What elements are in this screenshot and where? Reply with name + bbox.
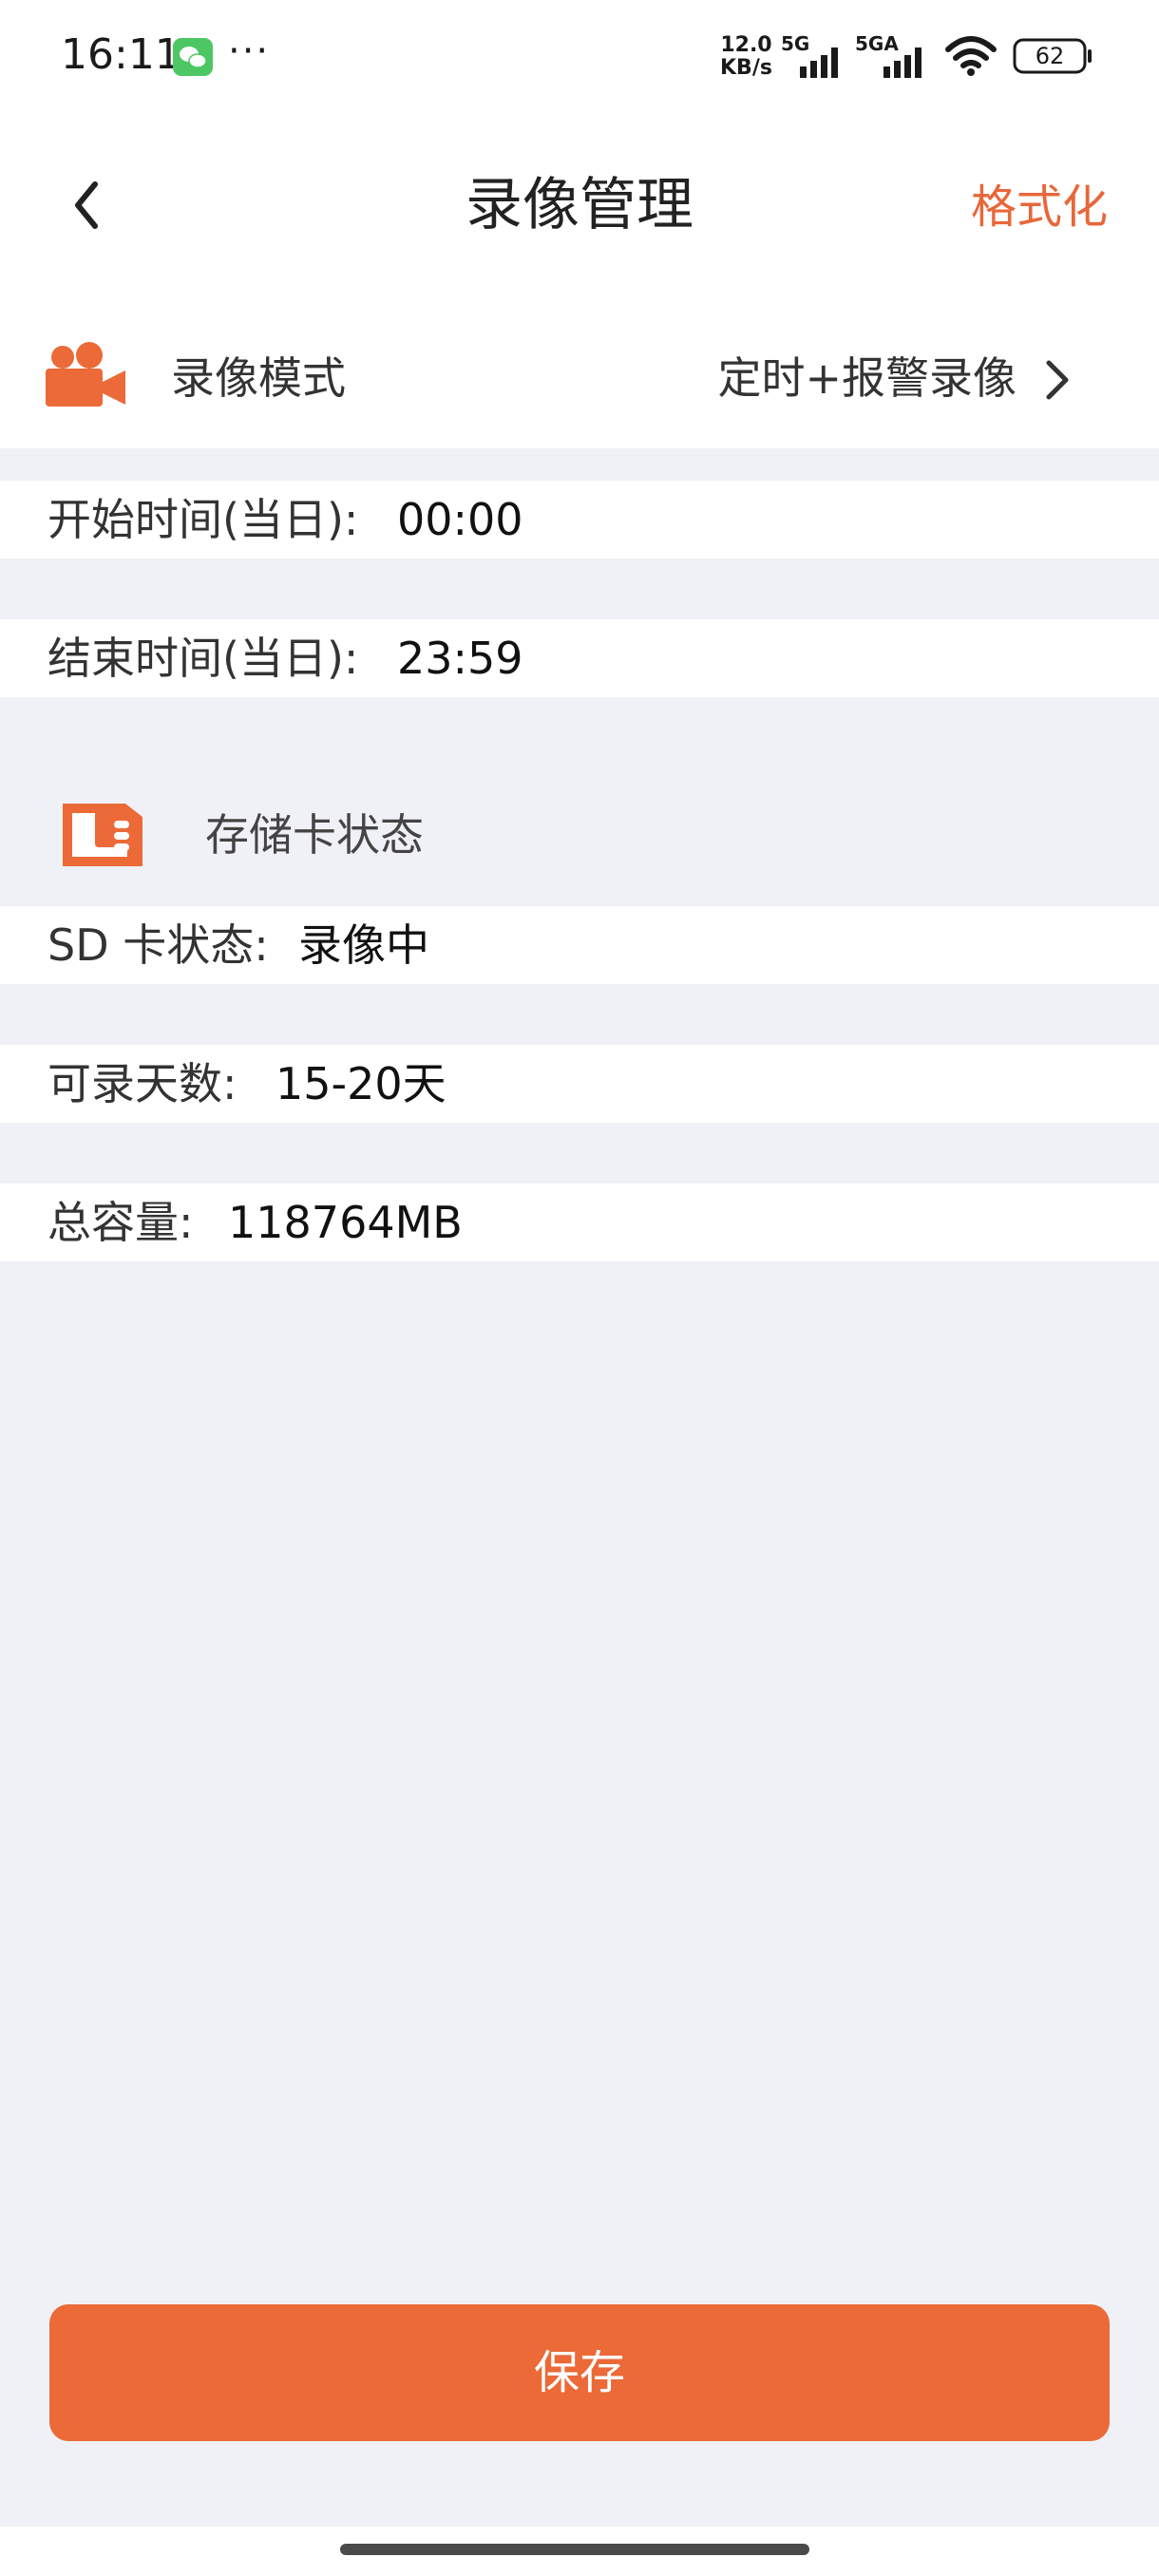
end-time-label: 结束时间(当日): bbox=[48, 633, 359, 684]
format-button[interactable]: 格式化 bbox=[971, 173, 1108, 241]
total-capacity-value: 118764MB bbox=[228, 1197, 463, 1248]
total-capacity-label: 总容量: bbox=[48, 1197, 194, 1248]
signal-2: 5GA bbox=[855, 32, 940, 78]
home-bar bbox=[0, 2527, 1159, 2576]
network-speed-value: 12.0 bbox=[720, 33, 772, 57]
battery-level: 62 bbox=[1035, 43, 1065, 69]
sd-status-value: 录像中 bbox=[298, 919, 429, 971]
nav-bar: 录像管理 格式化 bbox=[0, 133, 1159, 275]
storage-section-header: 存储卡状态 bbox=[0, 779, 1159, 902]
save-button[interactable]: 保存 bbox=[49, 2304, 1110, 2441]
recordable-days-value: 15-20天 bbox=[276, 1058, 446, 1109]
signal-1: 5G bbox=[781, 32, 849, 78]
end-time-value: 23:59 bbox=[397, 633, 523, 684]
network-speed-unit: KB/s bbox=[720, 56, 772, 80]
video-camera-icon bbox=[46, 342, 125, 407]
sd-status-row: SD 卡状态: 录像中 bbox=[0, 906, 1159, 984]
start-time-value: 00:00 bbox=[397, 494, 523, 545]
start-time-label: 开始时间(当日): bbox=[48, 494, 359, 545]
status-bar: 16:11 ··· 12.0 KB/s 5G 5GA 62 bbox=[0, 0, 1159, 112]
signal-icon bbox=[800, 47, 838, 78]
wifi-icon bbox=[945, 36, 997, 76]
signal-icon bbox=[884, 47, 922, 78]
recordable-days-row: 可录天数: 15-20天 bbox=[0, 1045, 1159, 1123]
status-time: 16:11 bbox=[61, 30, 181, 79]
chevron-right-icon bbox=[1046, 360, 1069, 400]
recording-mode-value: 定时+报警录像 bbox=[717, 352, 1016, 404]
home-indicator[interactable] bbox=[340, 2544, 809, 2555]
sd-card-icon bbox=[63, 804, 142, 866]
end-time-row[interactable]: 结束时间(当日): 23:59 bbox=[0, 619, 1159, 697]
battery-indicator: 62 bbox=[1013, 38, 1092, 74]
recording-mode-row[interactable]: 录像模式 定时+报警录像 bbox=[0, 321, 1159, 435]
more-dots: ··· bbox=[228, 29, 271, 73]
recording-management-screen: 16:11 ··· 12.0 KB/s 5G 5GA 62 录像管理 格式化 录… bbox=[0, 0, 1159, 2576]
header-area: 16:11 ··· 12.0 KB/s 5G 5GA 62 录像管理 格式化 录… bbox=[0, 0, 1159, 448]
network-speed: 12.0 KB/s bbox=[720, 34, 772, 80]
recording-mode-label: 录像模式 bbox=[171, 352, 346, 404]
recordable-days-label: 可录天数: bbox=[48, 1058, 238, 1109]
total-capacity-row: 总容量: 118764MB bbox=[0, 1184, 1159, 1261]
start-time-row[interactable]: 开始时间(当日): 00:00 bbox=[0, 481, 1159, 559]
storage-section-title: 存储卡状态 bbox=[205, 809, 424, 861]
wechat-icon bbox=[173, 38, 213, 76]
sd-status-label: SD 卡状态: bbox=[48, 919, 269, 971]
